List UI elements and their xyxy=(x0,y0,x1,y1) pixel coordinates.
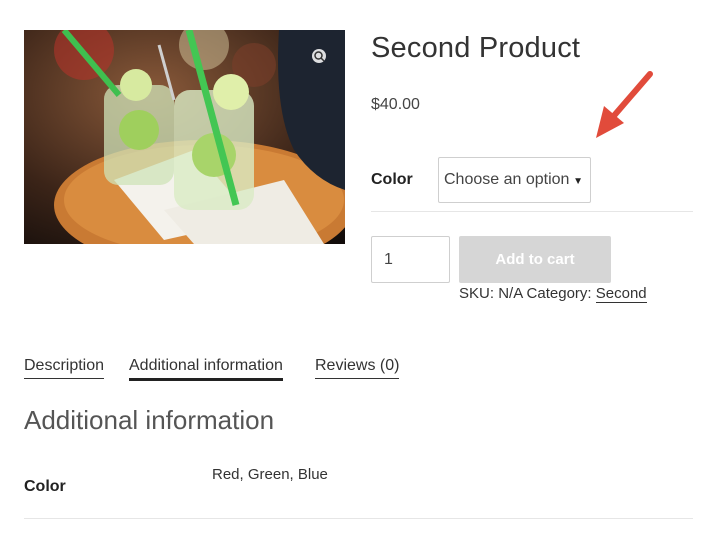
color-label: Color xyxy=(371,171,413,188)
attribute-value: Red, Green, Blue xyxy=(212,466,328,483)
annotation-arrow-icon xyxy=(596,71,653,138)
section-heading: Additional information xyxy=(24,405,275,435)
product-image[interactable] xyxy=(24,30,345,244)
tab-additional-information[interactable]: Additional information xyxy=(129,357,283,381)
color-select[interactable]: Choose an option ▼ xyxy=(438,157,591,203)
category-label: Category: xyxy=(526,285,592,302)
sku-label: SKU: xyxy=(459,285,495,302)
category-link[interactable]: Second xyxy=(595,285,647,303)
divider xyxy=(24,518,693,519)
color-select-value: Choose an option xyxy=(444,171,570,188)
caret-down-icon: ▼ xyxy=(573,176,583,187)
add-to-cart-button[interactable]: Add to cart xyxy=(459,236,611,283)
tab-reviews[interactable]: Reviews (0) xyxy=(315,357,400,379)
attribute-label: Color xyxy=(24,478,66,495)
quantity-input[interactable]: 1 xyxy=(371,236,450,283)
sku-value: N/A xyxy=(498,285,523,302)
product-meta: SKU: N/A Category: Second xyxy=(459,285,647,303)
tab-description[interactable]: Description xyxy=(24,357,105,379)
magnifier-icon[interactable] xyxy=(312,49,326,63)
divider xyxy=(371,211,693,212)
product-title: Second Product xyxy=(371,32,581,64)
product-price: $40.00 xyxy=(371,96,420,113)
